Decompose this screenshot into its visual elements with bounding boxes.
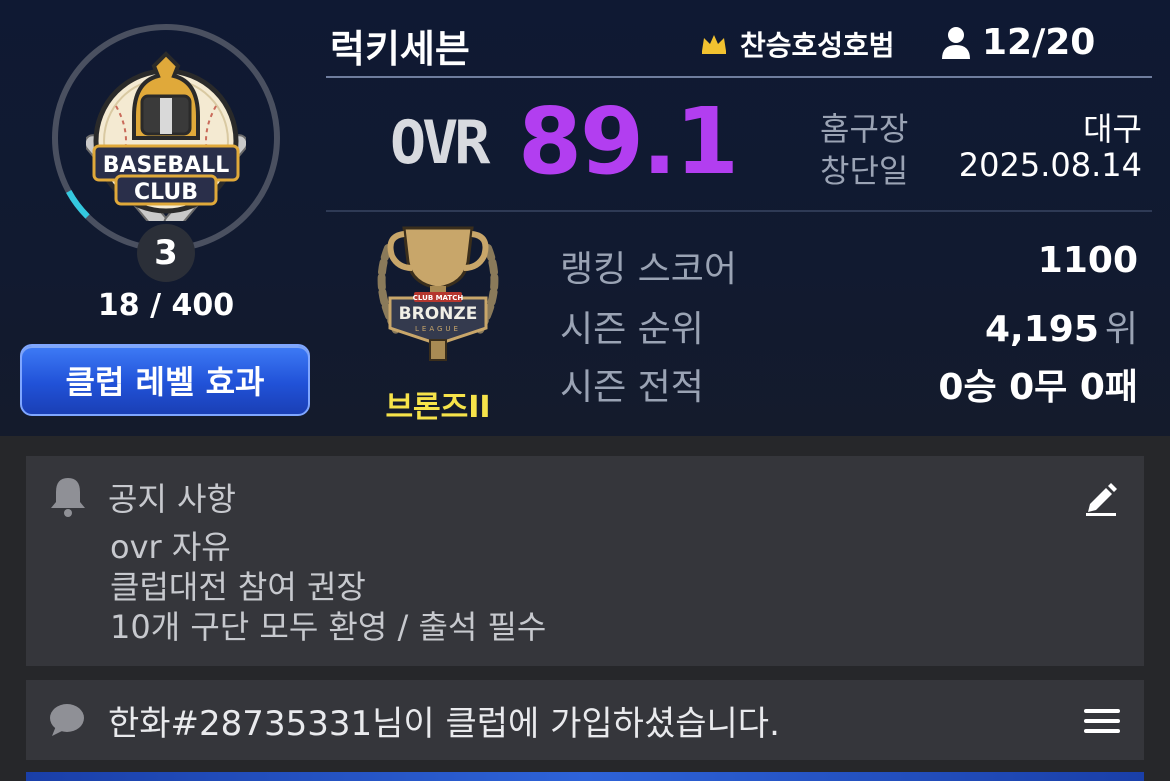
bronze-tier-trophy-icon: CLUB MATCH BRONZE LEAGUE <box>377 226 499 361</box>
exp-progress-fill <box>66 189 90 219</box>
pencil-icon[interactable] <box>1082 478 1120 516</box>
season-rank-number: 4,195 <box>985 309 1099 350</box>
bottom-panel-edge <box>26 772 1144 781</box>
home-stadium-label: 홈구장 <box>820 110 909 148</box>
crown-icon <box>702 35 726 54</box>
club-exp-text: 18 / 400 <box>97 288 235 323</box>
home-stadium-value: 대구 <box>1083 110 1142 148</box>
club-level-badge: 3 <box>137 224 195 282</box>
club-level-effect-button[interactable]: 클럽 레벨 효과 <box>20 344 310 416</box>
founded-date-value: 2025.08.14 <box>958 146 1142 184</box>
header-divider <box>326 76 1152 78</box>
club-message-text: 한화#28735331님이 클럽에 가입하셨습니다. <box>108 704 780 744</box>
trophy-badge-top-text: CLUB MATCH <box>413 294 464 302</box>
notice-title: 공지 사항 <box>108 480 236 518</box>
emblem-text-baseball: BASEBALL <box>103 153 230 178</box>
season-rank-value: 4,195 위 <box>985 300 1138 352</box>
bell-icon <box>51 478 85 517</box>
club-member-count-value: 12/20 <box>982 21 1096 63</box>
person-icon <box>942 27 970 59</box>
hamburger-menu-icon[interactable] <box>1082 706 1122 736</box>
tier-name: 브론즈II <box>385 390 491 425</box>
emblem-text-club: CLUB <box>134 180 198 205</box>
ovr-label: OVR <box>390 108 490 178</box>
season-record-value: 0승 0무 0패 <box>938 367 1138 408</box>
trophy-badge-sub-text: LEAGUE <box>415 325 461 333</box>
notice-line: 10개 구단 모두 환영 / 출석 필수 <box>110 608 547 646</box>
club-emblem: BASEBALL CLUB <box>86 51 246 221</box>
season-record-label: 시즌 전적 <box>560 367 704 408</box>
ovr-value: 89.1 <box>518 88 739 195</box>
club-leader: 찬승호성호범 <box>700 24 895 64</box>
season-rank-unit: 위 <box>1104 309 1138 350</box>
chat-bubble-icon <box>50 704 84 736</box>
club-leader-name: 찬승호성호범 <box>740 29 895 62</box>
club-member-count: 12/20 <box>940 20 1095 64</box>
section-divider <box>326 210 1152 212</box>
ranking-score-label: 랭킹 스코어 <box>560 249 738 290</box>
ranking-score-value: 1100 <box>1037 240 1138 281</box>
club-name: 럭키세븐 <box>330 27 470 71</box>
trophy-badge-main-text: BRONZE <box>399 304 478 324</box>
founded-date-label: 창단일 <box>820 152 909 190</box>
season-rank-label: 시즌 순위 <box>560 309 704 350</box>
